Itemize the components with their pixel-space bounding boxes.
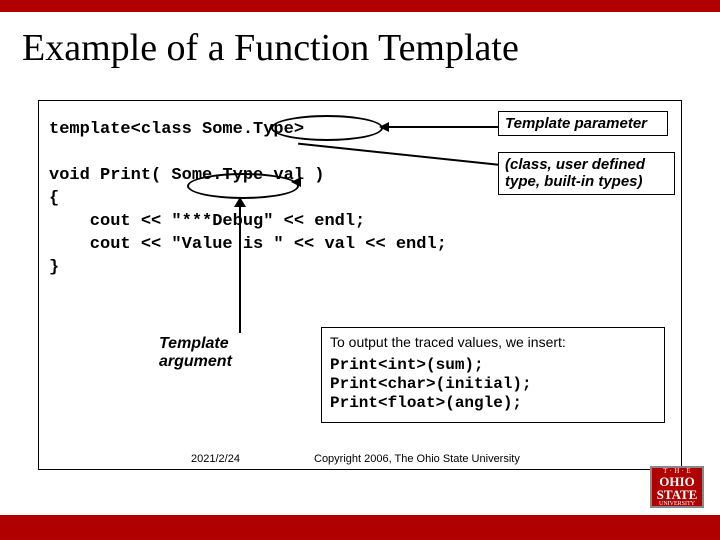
arrow-argument-head — [234, 197, 246, 207]
insert-caption: To output the traced values, we insert: — [330, 334, 656, 350]
annotation-template-parameter: Template parameter — [498, 111, 668, 136]
content-frame: template<class Some.Type> void Print( So… — [38, 100, 682, 470]
arrow-param-line — [384, 126, 498, 128]
logo-university: UNIVERSITY — [659, 501, 695, 507]
annotation-template-argument: Template argument — [159, 335, 232, 370]
footer-date: 2021/2/24 — [191, 453, 240, 465]
bottom-red-bar — [0, 515, 720, 540]
footer-copyright: Copyright 2006, The Ohio State Universit… — [314, 453, 520, 465]
logo-state: STATE — [657, 488, 698, 501]
annotation-param-note: (class, user defined type, built-in type… — [498, 152, 675, 195]
circle-sometype-decl — [271, 115, 383, 141]
top-red-bar — [0, 0, 720, 12]
insert-code: Print<int>(sum); Print<char>(initial); P… — [330, 356, 656, 414]
arrow-argument-line — [239, 201, 241, 333]
slide-title: Example of a Function Template — [22, 26, 519, 70]
code-block: template<class Some.Type> void Print( So… — [49, 119, 447, 280]
insert-box: To output the traced values, we insert: … — [321, 327, 665, 423]
circle-sometype-use — [187, 173, 299, 199]
arrow-note-head — [291, 177, 301, 187]
osu-logo: T · H · E OHIO STATE UNIVERSITY — [650, 466, 704, 508]
arrow-param-head — [379, 122, 389, 132]
